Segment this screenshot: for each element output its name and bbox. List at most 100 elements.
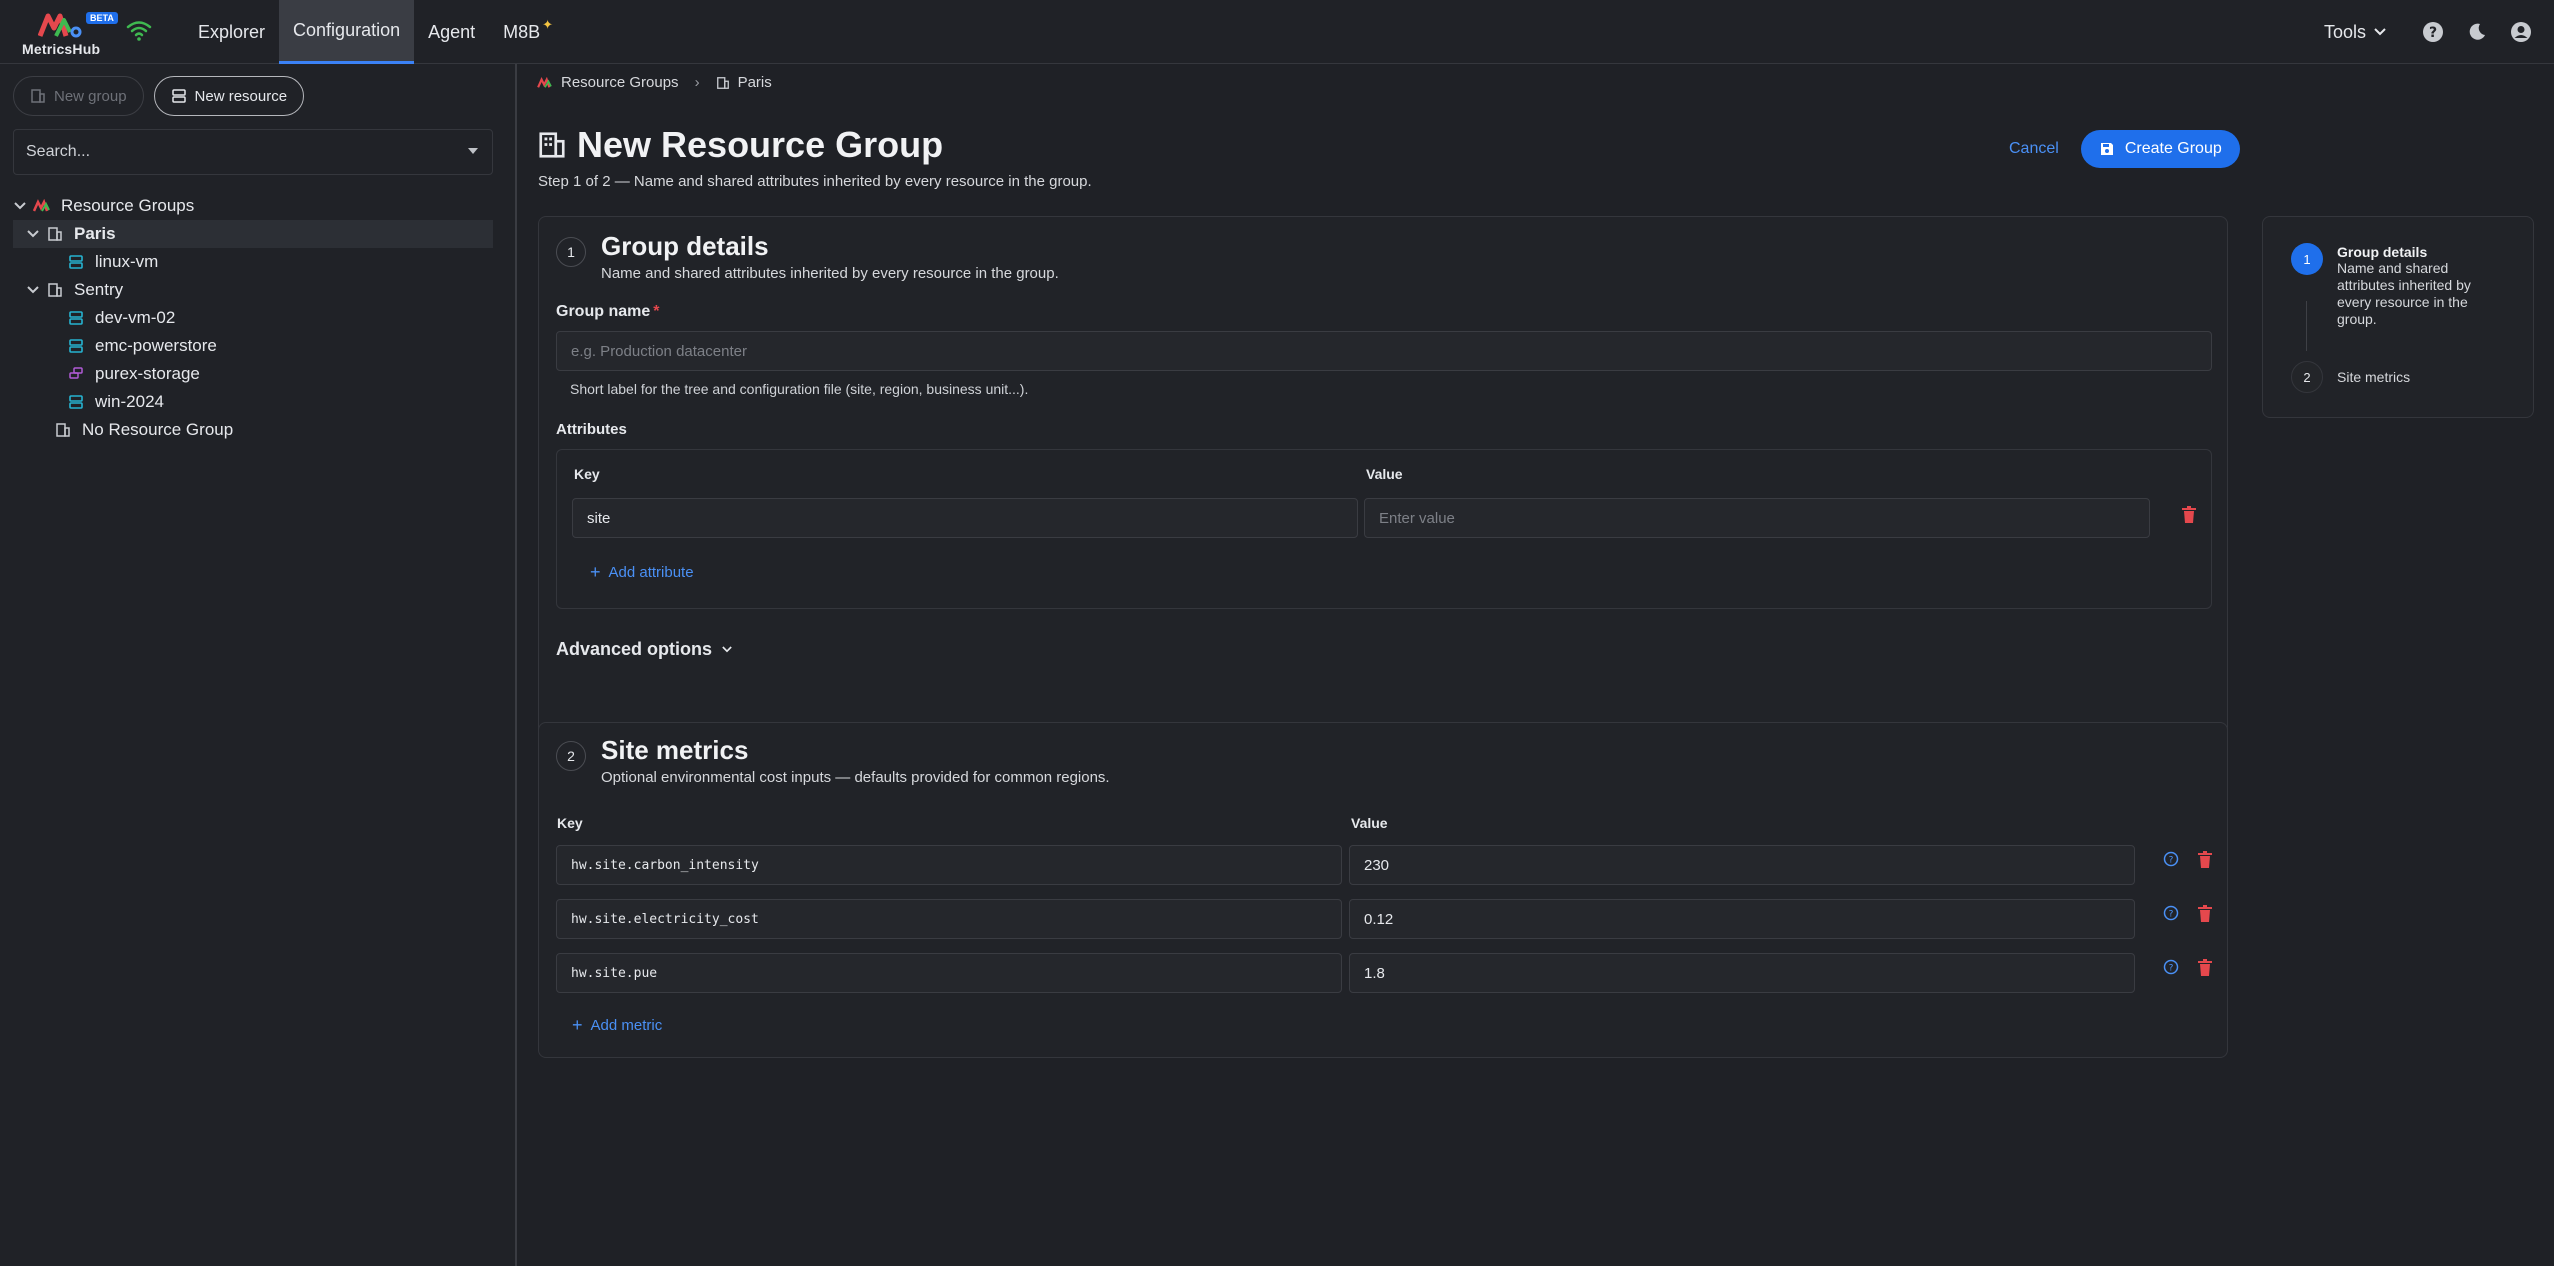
sidebar: New group New resource Search... Resourc…	[0, 64, 517, 1266]
top-bar: BETA MetricsHub Explorer Configuration A…	[0, 0, 2554, 64]
required-mark: *	[653, 303, 660, 320]
new-resource-button[interactable]: New resource	[153, 76, 305, 116]
page-title: New Resource Group	[577, 124, 944, 165]
delete-icon[interactable]	[2181, 506, 2197, 524]
tree-label: Resource Groups	[61, 196, 195, 215]
group-name-helper: Short label for the tree and configurati…	[570, 381, 1029, 397]
metric-value-input[interactable]: 230	[1349, 845, 2135, 885]
tree-label: linux-vm	[95, 252, 159, 271]
tree-label: Paris	[74, 224, 116, 243]
server-icon	[67, 393, 85, 411]
help-circle-icon[interactable]: ?	[2163, 851, 2179, 867]
breadcrumb: Resource Groups › Paris	[537, 74, 772, 91]
beta-badge: BETA	[86, 12, 118, 24]
metric-value-input[interactable]: 1.8	[1349, 953, 2135, 993]
chevron-down-icon[interactable]	[13, 199, 27, 213]
main-nav: Explorer Configuration Agent M8B ✦	[184, 0, 567, 64]
attributes-table: Key Value site Enter value + Add attribu…	[556, 449, 2212, 609]
tree-item-dev-vm-02[interactable]: dev-vm-02	[13, 304, 493, 332]
delete-icon[interactable]	[2197, 959, 2213, 977]
group-name-input[interactable]: e.g. Production datacenter	[556, 331, 2212, 371]
tree-item-resource-groups[interactable]: Resource Groups	[13, 192, 493, 220]
attribute-value-input[interactable]: Enter value	[1364, 498, 2150, 538]
tree-item-paris[interactable]: Paris	[13, 220, 493, 248]
site-metrics-title: Site metrics	[601, 735, 749, 765]
metric-key-input[interactable]: hw.site.electricity_cost	[556, 899, 1342, 939]
search-input[interactable]: Search...	[13, 129, 493, 175]
stepper-item-group-details[interactable]: 1 Group details Name and shared attribut…	[2291, 243, 2497, 328]
storage-icon	[67, 365, 85, 383]
plus-icon: +	[572, 1015, 583, 1035]
create-group-button[interactable]: Create Group	[2080, 130, 2240, 168]
nav-m8b-label: M8B	[503, 21, 541, 42]
tree-label: emc-powerstore	[95, 336, 217, 355]
cancel-button[interactable]: Cancel	[2009, 140, 2059, 158]
resource-tree: Resource Groups Paris linux-vm Sentry de…	[13, 192, 493, 444]
metric-value-input[interactable]: 0.12	[1349, 899, 2135, 939]
server-icon	[67, 309, 85, 327]
value-header: Value	[1366, 466, 1403, 482]
account-icon[interactable]	[2510, 21, 2532, 43]
add-metric-label: Add metric	[590, 1017, 663, 1034]
tree-item-linux-vm[interactable]: linux-vm	[13, 248, 493, 276]
attribute-key-input[interactable]: site	[572, 498, 1358, 538]
tree-label: purex-storage	[95, 364, 200, 383]
help-circle-icon[interactable]: ?	[2163, 905, 2179, 921]
tree-item-win-2024[interactable]: win-2024	[13, 388, 493, 416]
chevron-down-icon[interactable]	[26, 227, 40, 241]
tree-item-no-resource-group[interactable]: No Resource Group	[13, 416, 493, 444]
svg-text:?: ?	[2169, 910, 2174, 920]
app-logo[interactable]: BETA MetricsHub	[22, 8, 118, 58]
step-number: 2	[556, 741, 586, 771]
nav-explorer[interactable]: Explorer	[184, 0, 279, 64]
nav-agent[interactable]: Agent	[414, 0, 489, 64]
server-icon	[67, 337, 85, 355]
tree-label: win-2024	[95, 392, 164, 411]
nav-configuration-label: Configuration	[293, 20, 401, 40]
add-attribute-button[interactable]: + Add attribute	[590, 562, 694, 583]
save-icon	[2100, 143, 2113, 155]
tree-label: dev-vm-02	[95, 308, 176, 327]
key-header: Key	[557, 815, 583, 831]
new-group-label: New group	[54, 87, 127, 105]
building-icon	[46, 225, 64, 243]
nav-agent-label: Agent	[428, 21, 476, 42]
tree-item-purex-storage[interactable]: purex-storage	[13, 360, 493, 388]
metric-key-input[interactable]: hw.site.carbon_intensity	[556, 845, 1342, 885]
metricshub-logo-icon	[33, 197, 51, 215]
add-metric-button[interactable]: + Add metric	[572, 1015, 662, 1036]
delete-icon[interactable]	[2197, 851, 2213, 869]
help-icon[interactable]: ?	[2422, 21, 2444, 43]
sparkle-icon: ✦	[542, 17, 554, 32]
tree-label: Sentry	[74, 280, 124, 299]
building-icon	[539, 132, 565, 158]
sidebar-actions: New group New resource	[13, 76, 305, 116]
new-resource-label: New resource	[194, 87, 288, 105]
nav-configuration[interactable]: Configuration	[279, 0, 415, 64]
dropdown-caret-icon[interactable]	[468, 148, 478, 154]
value-header: Value	[1351, 815, 1388, 831]
tools-menu[interactable]: Tools	[2324, 22, 2386, 43]
site-metrics-description: Optional environmental cost inputs — def…	[601, 769, 1110, 786]
dark-mode-icon[interactable]	[2466, 21, 2488, 43]
group-name-label-text: Group name	[556, 303, 651, 320]
delete-icon[interactable]	[2197, 905, 2213, 923]
tree-item-emc-powerstore[interactable]: emc-powerstore	[13, 332, 493, 360]
plus-icon: +	[590, 562, 601, 582]
breadcrumb-root[interactable]: Resource Groups	[561, 74, 679, 91]
new-group-button[interactable]: New group	[13, 76, 144, 116]
add-attribute-label: Add attribute	[608, 564, 694, 581]
stepper-description: Name and shared attributes inherited by …	[2337, 260, 2471, 327]
stepper-item-site-metrics[interactable]: 2 Site metrics	[2291, 361, 2497, 393]
group-details-title: Group details	[601, 231, 769, 261]
progress-stepper: 1 Group details Name and shared attribut…	[2262, 216, 2534, 418]
header-actions: Cancel Create Group	[2009, 130, 2240, 168]
nav-m8b[interactable]: M8B ✦	[489, 0, 567, 64]
main-content: Resource Groups › Paris New Resource Gro…	[519, 64, 2554, 1266]
advanced-options-toggle[interactable]: Advanced options	[556, 639, 732, 660]
chevron-down-icon[interactable]	[26, 283, 40, 297]
wifi-icon	[126, 21, 152, 41]
help-circle-icon[interactable]: ?	[2163, 959, 2179, 975]
metric-key-input[interactable]: hw.site.pue	[556, 953, 1342, 993]
tree-item-sentry[interactable]: Sentry	[13, 276, 493, 304]
